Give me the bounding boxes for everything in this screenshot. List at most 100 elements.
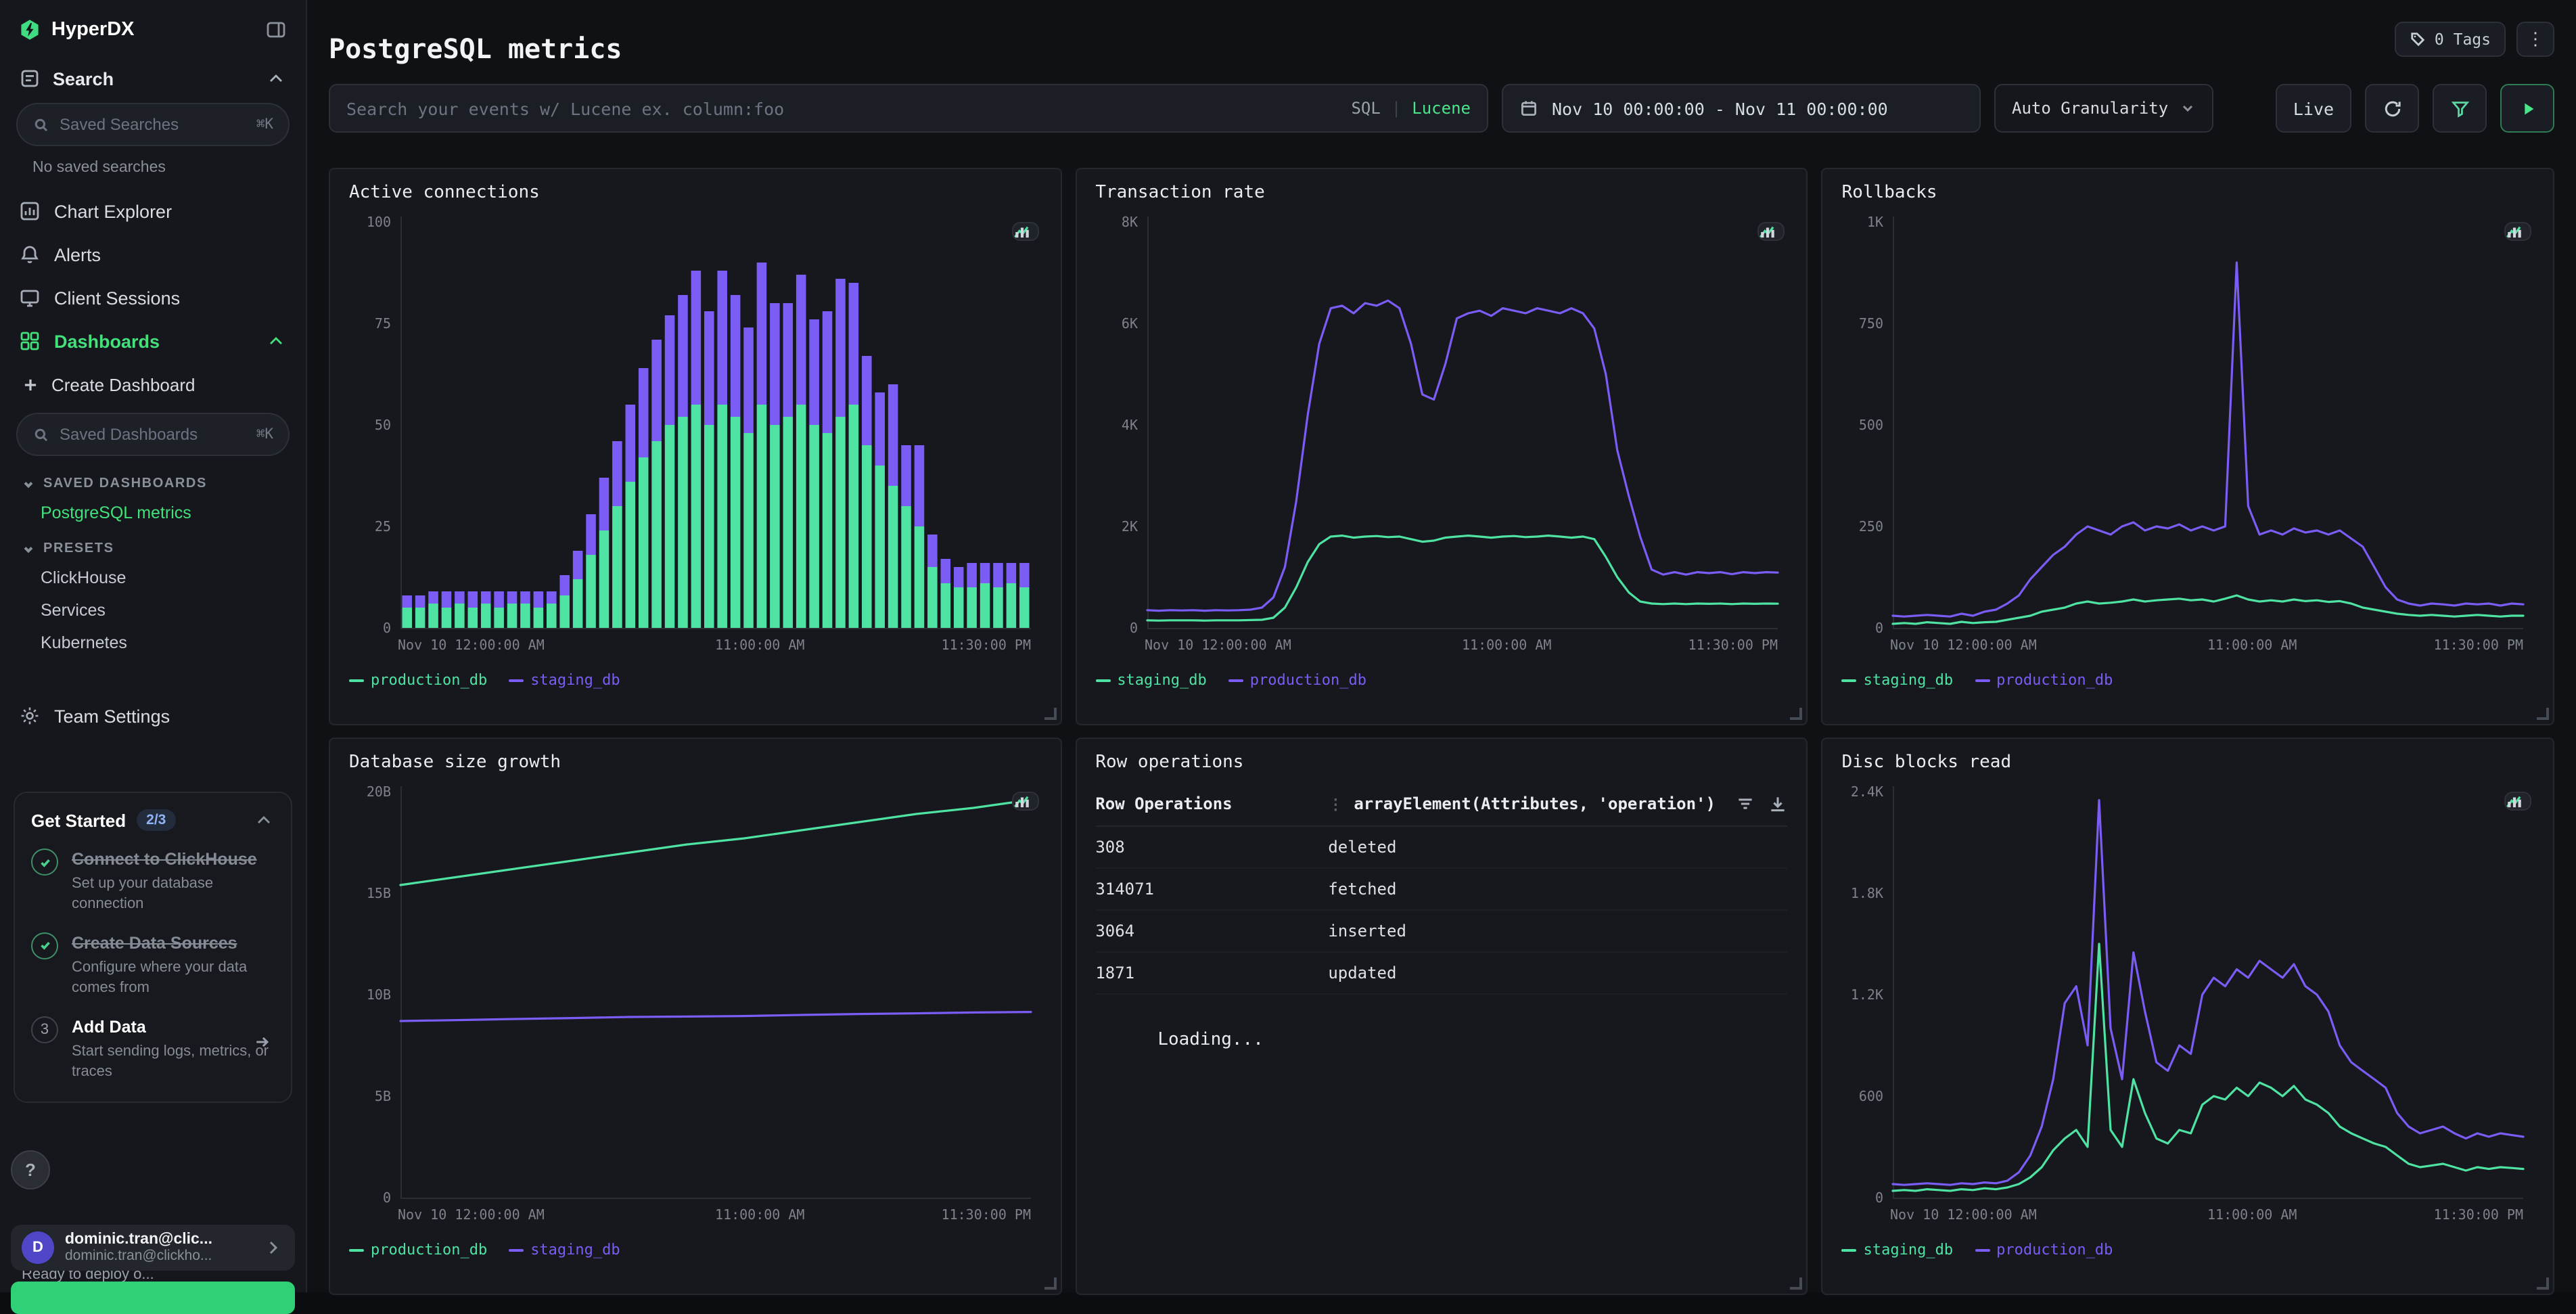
saved-dashboards-placeholder: Saved Dashboards [60, 425, 198, 444]
sql-mode-toggle[interactable]: SQL [1351, 99, 1380, 118]
svg-text:2.4K: 2.4K [1851, 784, 1883, 800]
resize-handle[interactable] [1791, 708, 1803, 720]
event-search-input[interactable]: Search your events w/ Lucene ex. column:… [329, 84, 1488, 133]
search-placeholder: Search your events w/ Lucene ex. column:… [346, 98, 784, 118]
chart-type-toggle[interactable] [2504, 792, 2531, 811]
saved-searches-input[interactable]: Saved Searches ⌘K [16, 103, 290, 146]
resize-handle[interactable] [2537, 708, 2549, 720]
sidebar-item-chart-explorer[interactable]: Chart Explorer [0, 189, 306, 233]
saved-dashboards-input[interactable]: Saved Dashboards ⌘K [16, 413, 290, 456]
table-row[interactable]: 308 deleted [1095, 827, 1787, 869]
filter-lines-icon[interactable] [1736, 794, 1755, 813]
sidebar-collapse-button[interactable] [265, 19, 287, 41]
legend-item[interactable]: production_db [349, 1241, 487, 1259]
bar-chart-icon[interactable] [1013, 223, 1030, 241]
chart-type-toggle[interactable] [2504, 222, 2531, 241]
help-button[interactable]: ? [11, 1150, 50, 1190]
filter-button[interactable] [2433, 84, 2487, 133]
legend-item[interactable]: production_db [1975, 671, 2113, 689]
live-button[interactable]: Live [2276, 84, 2351, 133]
sidebar-item-alerts[interactable]: Alerts [0, 233, 306, 276]
granularity-select[interactable]: Auto Granularity [1994, 84, 2213, 133]
date-range-picker[interactable]: Nov 10 00:00:00 - Nov 11 00:00:00 [1502, 84, 1981, 133]
arrow-right-icon[interactable] [253, 1033, 272, 1051]
presets-group[interactable]: PRESETS [0, 529, 306, 562]
create-dashboard-button[interactable]: Create Dashboard [0, 363, 306, 407]
table-row[interactable]: 3064 inserted [1095, 911, 1787, 953]
sidebar-item-team-settings[interactable]: Team Settings [0, 694, 306, 738]
user-menu[interactable]: D dominic.tran@clic... dominic.tran@clic… [11, 1225, 295, 1271]
resize-handle[interactable] [1791, 1277, 1803, 1290]
lucene-mode-toggle[interactable]: Lucene [1412, 99, 1471, 118]
chart-type-toggle[interactable] [1011, 222, 1038, 241]
preset-services[interactable]: Services [0, 594, 306, 627]
bar-chart-icon[interactable] [1760, 223, 1777, 241]
sidebar-section-search[interactable]: Search [0, 54, 306, 97]
legend-item[interactable]: production_db [349, 671, 487, 689]
legend-item[interactable]: staging_db [509, 1241, 620, 1259]
gear-icon [19, 705, 41, 727]
legend-item[interactable]: production_db [1228, 671, 1366, 689]
preset-kubernetes[interactable]: Kubernetes [0, 627, 306, 659]
column-resize-icon[interactable]: ⋮ [1328, 795, 1343, 813]
app-window: HyperDX Search Saved Searches ⌘K No sa [0, 0, 2576, 1292]
get-started-step-add-data[interactable]: 3 Add Data Start sending logs, metrics, … [31, 1016, 275, 1083]
svg-text:11:00:00 AM: 11:00:00 AM [1461, 637, 1550, 653]
legend-item[interactable]: production_db [1975, 1241, 2113, 1259]
resize-handle[interactable] [2537, 1277, 2549, 1290]
bar-chart-icon[interactable] [1013, 793, 1030, 811]
tags-label: 0 Tags [2435, 30, 2491, 49]
svg-text:8K: 8K [1121, 214, 1137, 230]
chevron-up-icon[interactable] [265, 68, 287, 89]
bar-chart-icon[interactable] [2506, 793, 2523, 811]
chart-type-toggle[interactable] [1011, 792, 1038, 811]
sidebar-item-client-sessions[interactable]: Client Sessions [0, 276, 306, 319]
chevron-up-icon[interactable] [253, 809, 275, 831]
shortcut-hint: ⌘K [256, 116, 273, 133]
legend-item[interactable]: staging_db [1095, 671, 1206, 689]
legend-item[interactable]: staging_db [1842, 1241, 1953, 1259]
table-row[interactable]: 314071 fetched [1095, 869, 1787, 911]
svg-text:0: 0 [383, 620, 391, 636]
row-value: 1871 [1095, 964, 1328, 982]
table-col-operation[interactable]: arrayElement(Attributes, 'operation') [1354, 794, 1716, 813]
chart-type-toggle[interactable] [1758, 222, 1785, 241]
resize-handle[interactable] [1044, 1277, 1056, 1290]
resize-handle[interactable] [1044, 708, 1056, 720]
dashboard-menu-button[interactable]: ⋮ [2516, 22, 2554, 57]
chart-legend[interactable]: production_db staging_db [349, 671, 1041, 689]
table-col-values[interactable]: Row Operations [1095, 794, 1328, 813]
get-started-header[interactable]: Get Started 2/3 [31, 809, 275, 831]
chart-legend[interactable]: staging_db production_db [1842, 1241, 2534, 1259]
svg-text:100: 100 [367, 214, 391, 230]
chart-active-connections[interactable]: 0255075100Nov 10 12:00:00 AM11:00:00 AM1… [349, 208, 1041, 660]
saved-dashboards-group[interactable]: SAVED DASHBOARDS [0, 464, 306, 497]
chart-disc-blocks-read[interactable]: 06001.2K1.8K2.4KNov 10 12:00:00 AM11:00:… [1842, 778, 2534, 1230]
sidebar-dashboard-postgresql-metrics[interactable]: PostgreSQL metrics [0, 497, 306, 529]
sidebar-item-dashboards[interactable]: Dashboards [0, 319, 306, 363]
get-started-step-connect[interactable]: Connect to ClickHouse Set up your databa… [31, 848, 275, 915]
refresh-button[interactable] [2365, 84, 2419, 133]
svg-text:0: 0 [383, 1190, 391, 1206]
deploy-toast[interactable] [11, 1282, 295, 1314]
chart-explorer-icon [19, 200, 41, 222]
table-row[interactable]: 1871 updated [1095, 953, 1787, 995]
legend-item[interactable]: staging_db [1842, 671, 1953, 689]
chart-legend[interactable]: production_db staging_db [349, 1241, 1041, 1259]
svg-text:2K: 2K [1121, 518, 1137, 535]
bar-chart-icon[interactable] [2506, 223, 2523, 241]
chart-legend[interactable]: staging_db production_db [1842, 671, 2534, 689]
play-icon [2517, 98, 2537, 118]
legend-item[interactable]: staging_db [509, 671, 620, 689]
tags-button[interactable]: 0 Tags [2395, 22, 2506, 57]
download-icon[interactable] [1769, 794, 1788, 813]
chart-rollbacks[interactable]: 02505007501KNov 10 12:00:00 AM11:00:00 A… [1842, 208, 2534, 660]
chart-database-size-growth[interactable]: 05B10B15B20BNov 10 12:00:00 AM11:00:00 A… [349, 778, 1041, 1230]
preset-clickhouse[interactable]: ClickHouse [0, 562, 306, 594]
chart-legend[interactable]: staging_db production_db [1095, 671, 1787, 689]
run-query-button[interactable] [2500, 84, 2554, 133]
chart-transaction-rate[interactable]: 02K4K6K8KNov 10 12:00:00 AM11:00:00 AM11… [1095, 208, 1787, 660]
chevron-up-icon[interactable] [265, 330, 287, 352]
get-started-step-sources[interactable]: Create Data Sources Configure where your… [31, 932, 275, 999]
step-title: Create Data Sources [72, 932, 275, 955]
